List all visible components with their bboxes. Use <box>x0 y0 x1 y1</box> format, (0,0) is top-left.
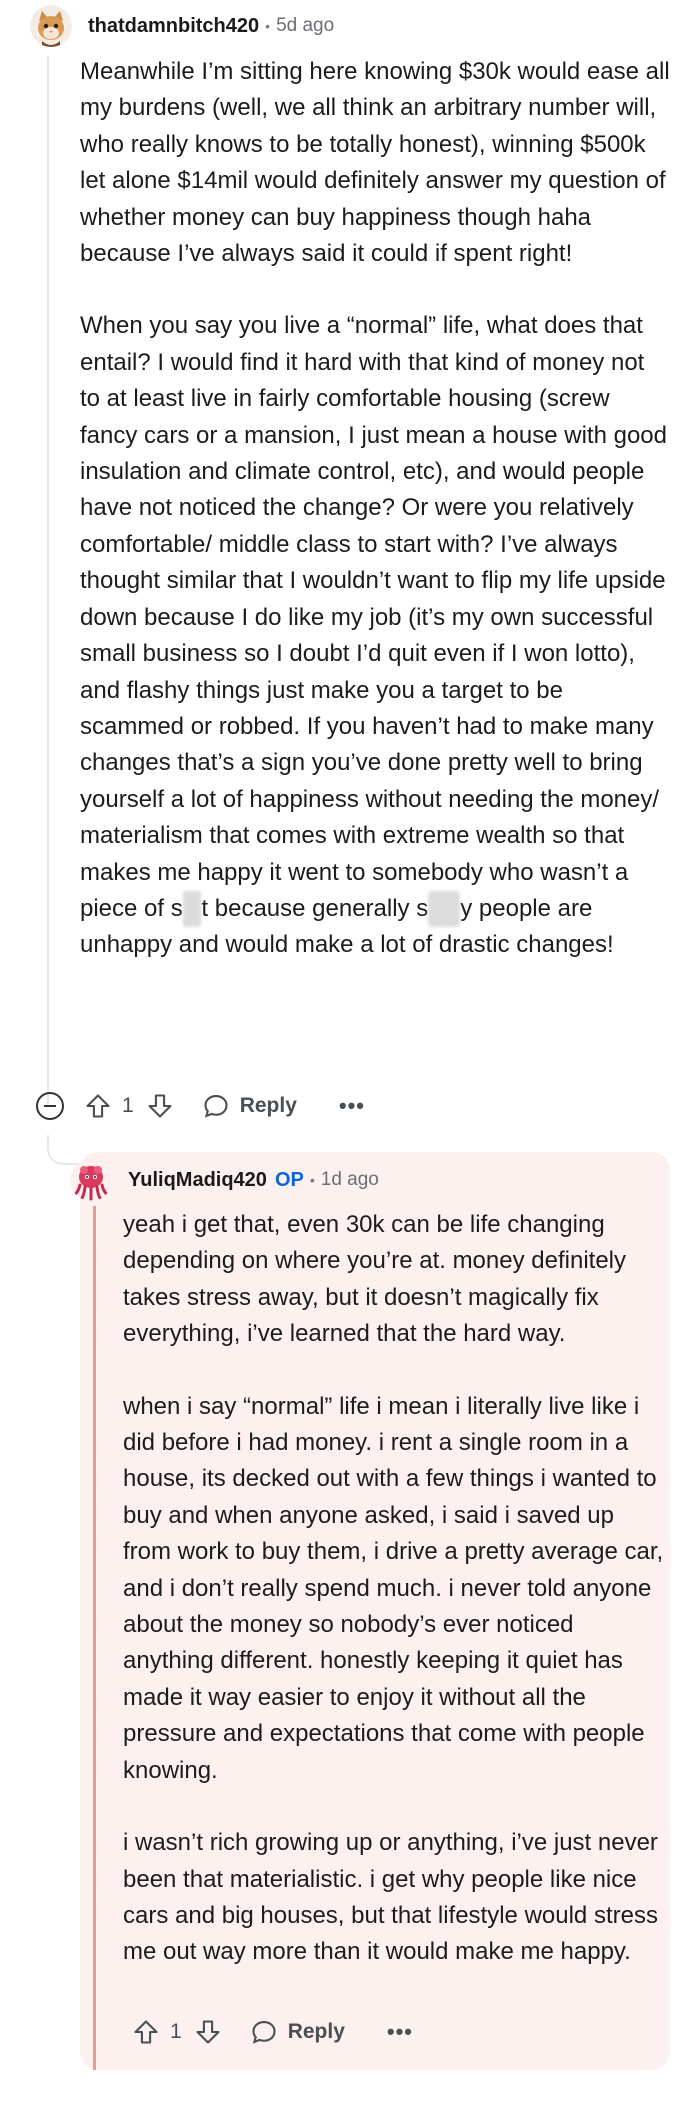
vote-count: 1 <box>170 2020 182 2043</box>
op-reply-action-bar: 1 Reply ••• <box>132 2018 413 2046</box>
timestamp[interactable]: 5d ago <box>276 15 334 37</box>
op-reply-header: YuliqMadiq420 OP • 1d ago <box>70 1155 379 1205</box>
separator-dot: • <box>309 1172 315 1188</box>
reply-label: Reply <box>239 1094 297 1117</box>
downvote-icon[interactable] <box>194 2018 222 2046</box>
op-avatar[interactable] <box>70 1159 112 1201</box>
avatar-cat-icon <box>30 5 72 47</box>
comment-body: Meanwhile I’m sitting here knowing $30k … <box>80 54 670 1000</box>
avatar-octopus-icon <box>70 1159 112 1201</box>
reply-label: Reply <box>287 2020 345 2043</box>
username[interactable]: thatdamnbitch420 <box>88 15 259 38</box>
op-reply-paragraph: i wasn’t rich growing up or anything, i’… <box>123 1829 658 1966</box>
comment-action-bar: 1 Reply ••• <box>36 1092 365 1120</box>
vote-count: 1 <box>122 1094 134 1117</box>
separator-dot: • <box>265 18 271 34</box>
downvote-icon[interactable] <box>146 1092 174 1120</box>
comment-paragraph: Meanwhile I’m sitting here knowing $30k … <box>80 58 670 268</box>
collapse-thread-button[interactable] <box>36 1092 64 1120</box>
more-options-button[interactable]: ••• <box>387 2019 413 2045</box>
op-reply-paragraph: when i say “normal” life i mean i litera… <box>123 1392 664 1784</box>
upvote-icon[interactable] <box>132 2018 160 2046</box>
op-username[interactable]: YuliqMadiq420 <box>128 1169 267 1192</box>
op-reply-accent-line <box>93 1206 96 2070</box>
comment-text: When you say you live a “normal” life, w… <box>80 312 667 922</box>
avatar[interactable] <box>30 5 72 47</box>
comment-header: thatdamnbitch420 • 5d ago <box>30 2 334 50</box>
censored-word: hitt <box>428 890 461 928</box>
reply-button[interactable]: Reply <box>250 2018 345 2046</box>
reply-button[interactable]: Reply <box>202 1092 297 1120</box>
comment-text: t because generally s <box>201 894 429 922</box>
op-badge: OP <box>274 1168 304 1191</box>
comment-paragraph: When you say you live a “normal” life, w… <box>80 308 670 963</box>
op-timestamp[interactable]: 1d ago <box>321 1169 379 1191</box>
more-options-button[interactable]: ••• <box>339 1093 365 1119</box>
op-reply-body: yeah i get that, even 30k can be life ch… <box>123 1207 668 2007</box>
thread-line <box>47 56 49 1106</box>
reply-bubble-icon <box>252 2021 276 2044</box>
censored-word: hi <box>182 890 202 928</box>
reply-bubble-icon <box>204 1095 228 1118</box>
upvote-icon[interactable] <box>84 1092 112 1120</box>
op-reply-paragraph: yeah i get that, even 30k can be life ch… <box>123 1211 626 1348</box>
